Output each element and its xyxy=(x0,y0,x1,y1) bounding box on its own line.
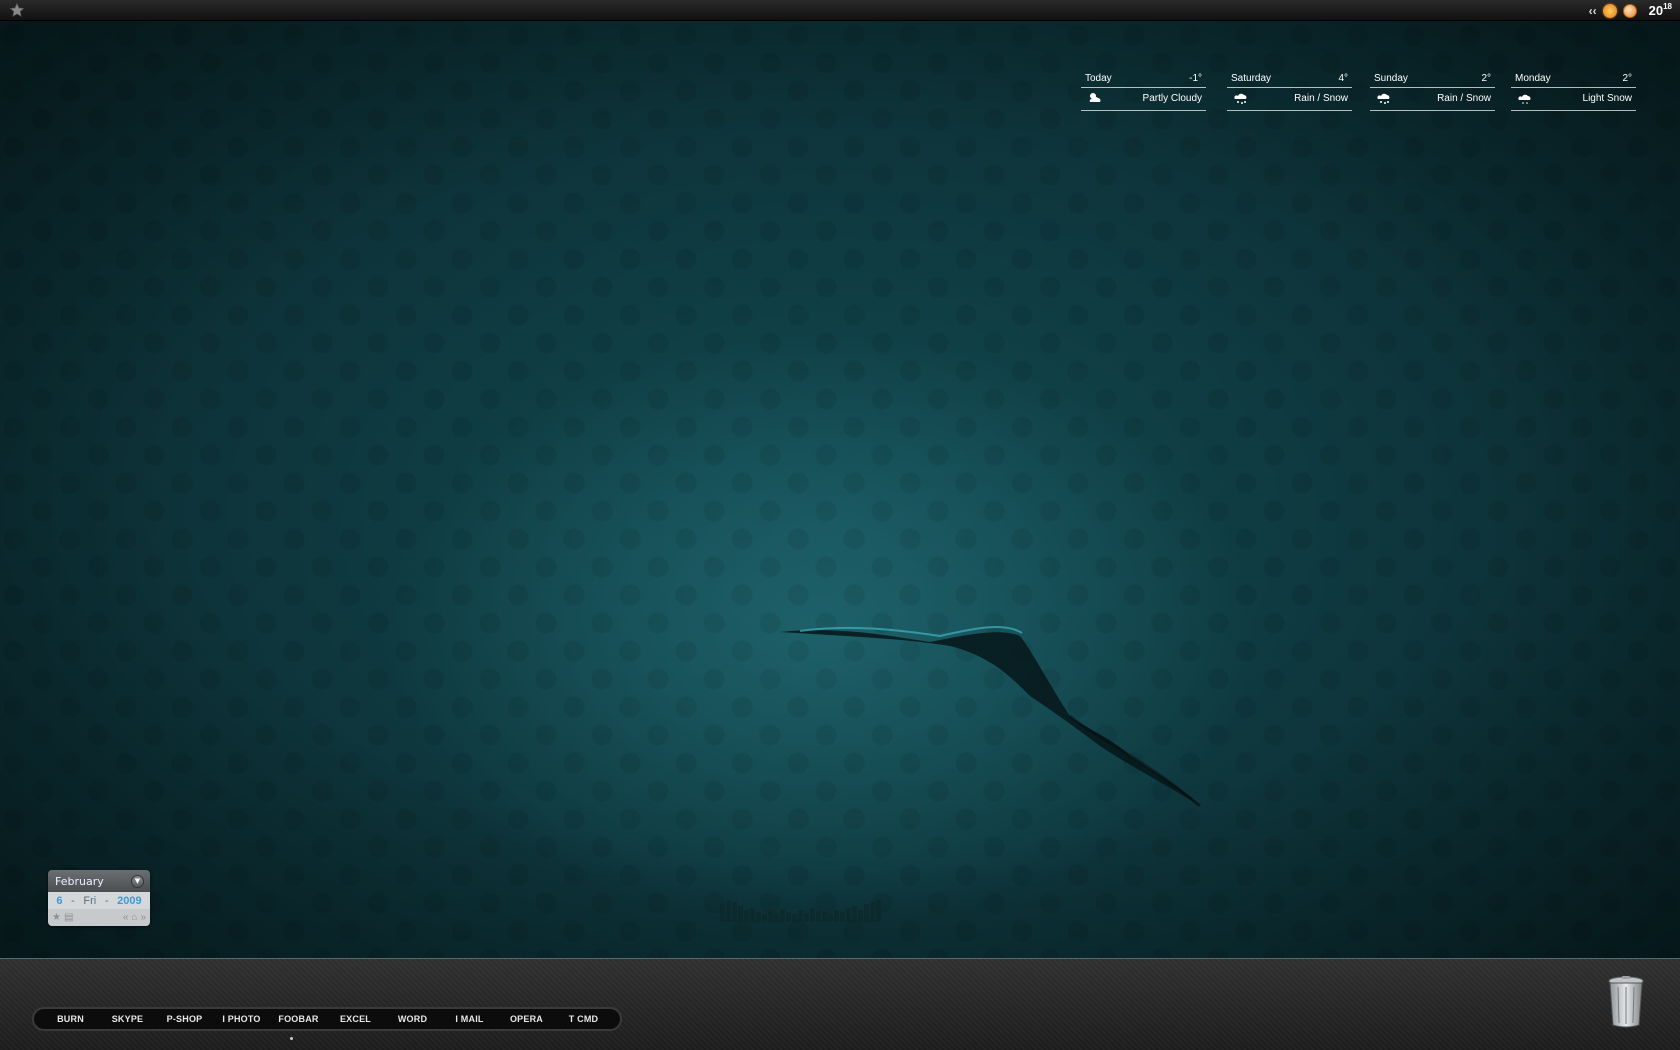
weather-condition: Light Snow xyxy=(1582,92,1632,104)
dock: BURN SKYPE P-SHOP I PHOTO FOOBAR EXCEL W… xyxy=(0,958,1680,1050)
rain-snow-icon xyxy=(1377,93,1390,104)
visualizer-bar xyxy=(774,913,779,922)
calendar-widget: February ▼ 6 - Fri - 2009 ★ ▤ « ⌂ » xyxy=(48,870,150,926)
weather-sun-icon[interactable] xyxy=(1602,3,1617,18)
visualizer-bar xyxy=(804,913,809,922)
weather-day: Saturday 4° Rain / Snow xyxy=(1227,70,1352,112)
menu-bar: ‹‹ 2018 xyxy=(0,0,1680,21)
visualizer-bar xyxy=(798,910,803,922)
weather-temp: 4° xyxy=(1338,73,1348,84)
weather-condition: Partly Cloudy xyxy=(1142,92,1202,104)
calendar-day: 6 xyxy=(56,894,63,907)
list-icon[interactable]: ▤ xyxy=(64,912,73,923)
calendar-month: February xyxy=(55,874,104,888)
app-excel[interactable]: EXCEL xyxy=(327,1014,384,1024)
visualizer-bar xyxy=(786,912,791,922)
app-skype[interactable]: SKYPE xyxy=(99,1014,156,1024)
weather-temp: -1° xyxy=(1189,73,1202,84)
visualizer-bar xyxy=(738,906,743,922)
visualizer-bar xyxy=(840,912,845,922)
app-imail[interactable]: I MAIL xyxy=(441,1014,498,1024)
visualizer-bar xyxy=(864,904,869,922)
visualizer-bar xyxy=(726,900,731,922)
light-snow-icon xyxy=(1518,94,1531,104)
chevron-down-icon[interactable]: ▼ xyxy=(131,874,144,888)
weather-temp: 2° xyxy=(1481,73,1491,84)
trash-icon[interactable] xyxy=(1607,975,1645,1029)
collapse-tray-icon[interactable]: ‹‹ xyxy=(1589,4,1597,18)
weather-condition: Rain / Snow xyxy=(1437,92,1491,104)
system-tray: ‹‹ 2018 xyxy=(1589,0,1672,21)
visualizer-bar xyxy=(750,908,755,922)
visualizer-bar xyxy=(780,909,785,922)
visualizer-bar xyxy=(822,912,827,922)
visualizer-bar xyxy=(768,911,773,922)
audio-visualizer xyxy=(720,897,930,922)
app-opera[interactable]: OPERA xyxy=(498,1014,555,1024)
visualizer-bar xyxy=(732,902,737,922)
desktop-wallpaper xyxy=(0,21,1680,958)
visualizer-bar xyxy=(852,906,857,922)
calendar-header: February ▼ xyxy=(48,870,150,892)
visualizer-bar xyxy=(834,910,839,922)
weather-condition: Rain / Snow xyxy=(1294,92,1348,104)
previous-icon[interactable]: « xyxy=(123,912,129,923)
weather-day-name: Saturday xyxy=(1231,73,1272,84)
app-photoshop[interactable]: P-SHOP xyxy=(156,1014,213,1024)
visualizer-bar xyxy=(762,914,767,922)
app-word[interactable]: WORD xyxy=(384,1014,441,1024)
weather-day-name: Today xyxy=(1085,73,1112,84)
home-icon[interactable]: ⌂ xyxy=(131,912,137,923)
calendar-year: 2009 xyxy=(117,894,142,907)
calendar-date: 6 - Fri - 2009 xyxy=(48,892,150,909)
visualizer-bar xyxy=(858,910,863,922)
app-burn[interactable]: BURN xyxy=(42,1014,99,1024)
partly-cloudy-icon xyxy=(1089,93,1101,102)
running-indicator xyxy=(290,1037,293,1040)
clock[interactable]: 2018 xyxy=(1649,2,1672,18)
visualizer-bar xyxy=(816,911,821,922)
star-icon[interactable] xyxy=(9,2,25,18)
weather-day: Monday 2° Light Snow xyxy=(1511,70,1636,112)
rain-snow-icon xyxy=(1234,93,1247,104)
visualizer-bar xyxy=(720,904,725,922)
weather-day: Sunday 2° Rain / Snow xyxy=(1370,70,1495,112)
visualizer-bar xyxy=(810,908,815,922)
visualizer-bar xyxy=(744,910,749,922)
calendar-weekday: Fri xyxy=(83,894,97,907)
app-launcher: BURN SKYPE P-SHOP I PHOTO FOOBAR EXCEL W… xyxy=(34,1009,620,1029)
weather-day: Today -1° Partly Cloudy xyxy=(1081,70,1206,112)
weather-temp: 2° xyxy=(1622,73,1632,84)
visualizer-bar xyxy=(756,912,761,922)
star-icon[interactable]: ★ xyxy=(52,912,61,923)
weather-day-name: Sunday xyxy=(1374,73,1408,84)
app-tcmd[interactable]: T CMD xyxy=(555,1014,612,1024)
app-iphoto[interactable]: I PHOTO xyxy=(213,1014,270,1024)
next-icon[interactable]: » xyxy=(140,912,146,923)
visualizer-bar xyxy=(828,914,833,922)
avatar-face-icon[interactable] xyxy=(1622,3,1637,18)
app-foobar[interactable]: FOOBAR xyxy=(270,1014,327,1024)
visualizer-bar xyxy=(846,908,851,922)
calendar-toolbar: ★ ▤ « ⌂ » xyxy=(48,909,150,926)
visualizer-bar xyxy=(870,902,875,922)
weather-day-name: Monday xyxy=(1515,73,1551,84)
visualizer-bar xyxy=(876,900,881,922)
visualizer-bar xyxy=(792,914,797,922)
